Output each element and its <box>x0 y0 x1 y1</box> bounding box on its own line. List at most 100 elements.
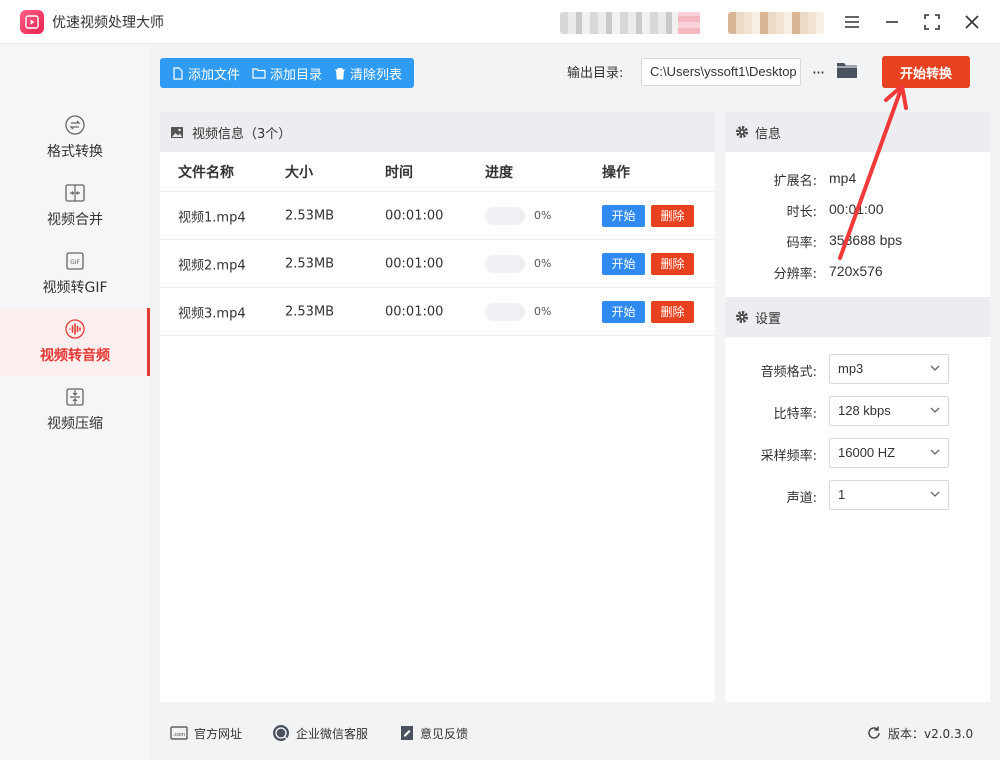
start-button[interactable]: 开始 <box>602 252 645 275</box>
audio-format-select[interactable]: mp3 <box>829 354 949 384</box>
svg-text:GIF: GIF <box>70 259 80 266</box>
properties-panel: 信息 扩展名: mp4 时长: 00:01:00 码率: 353688 bps … <box>725 112 990 702</box>
setting-label: 比特率: <box>773 407 817 422</box>
setting-label: 声道: <box>786 491 817 506</box>
swap-icon <box>65 115 85 135</box>
settings-title: 设置 <box>755 311 782 327</box>
add-directory-label: 添加目录 <box>270 67 323 83</box>
file-toolbar: 添加文件 添加目录 清除列表 <box>160 58 415 88</box>
file-name: 视频3.mp4 <box>178 306 246 321</box>
progress-indicator: 0% <box>485 206 551 225</box>
table-header: 文件名称 大小 时间 进度 操作 <box>160 152 715 192</box>
sidebar: 格式转换 视频合并 GIF 视频转GIF 视频转音频 视频压缩 <box>0 44 150 760</box>
refresh-icon <box>868 726 880 739</box>
image-icon <box>171 126 183 138</box>
file-name: 视频1.mp4 <box>178 210 246 225</box>
table-row[interactable]: 视频2.mp4 2.53MB 00:01:00 0% 开始 删除 <box>160 240 715 288</box>
chevron-down-icon <box>930 407 940 413</box>
compress-icon <box>66 388 84 406</box>
delete-button[interactable]: 删除 <box>651 204 694 227</box>
channels-select[interactable]: 1 <box>829 480 949 510</box>
file-duration: 00:01:00 <box>385 256 444 271</box>
version-info: 版本：v2.0.3.0 <box>866 725 973 742</box>
start-button[interactable]: 开始 <box>602 300 645 323</box>
feedback-icon <box>401 726 413 740</box>
sidebar-item-label: 视频转GIF <box>42 280 108 296</box>
info-key: 时长: <box>786 205 817 220</box>
minimize-icon[interactable] <box>880 10 904 34</box>
sample-rate-select[interactable]: 16000 HZ <box>829 438 949 468</box>
sidebar-item-video-merge[interactable]: 视频合并 <box>0 172 150 240</box>
feedback-link[interactable]: 意见反馈 <box>400 725 468 742</box>
footer-label: 企业微信客服 <box>296 726 369 741</box>
setting-sample-rate: 采样频率: 16000 HZ <box>725 438 990 468</box>
audio-wave-icon <box>65 319 85 339</box>
start-convert-button[interactable]: 开始转换 <box>882 56 970 88</box>
sidebar-item-video-compress[interactable]: 视频压缩 <box>0 376 150 444</box>
footer-label: 官方网址 <box>194 726 243 741</box>
column-header-time: 时间 <box>385 164 413 181</box>
table-row[interactable]: 视频3.mp4 2.53MB 00:01:00 0% 开始 删除 <box>160 288 715 336</box>
column-header-actions: 操作 <box>602 164 630 181</box>
close-icon[interactable] <box>960 10 984 34</box>
browse-more-button[interactable]: ··· <box>808 60 828 84</box>
file-size: 2.53MB <box>285 304 335 319</box>
setting-label: 音频格式: <box>760 365 817 380</box>
maximize-icon[interactable] <box>920 10 944 34</box>
setting-audio-format: 音频格式: mp3 <box>725 354 990 384</box>
file-icon <box>173 66 183 80</box>
bitrate-select[interactable]: 128 kbps <box>829 396 949 426</box>
info-bitrate: 码率: 353688 bps <box>725 232 990 252</box>
select-value: 16000 HZ <box>838 445 896 460</box>
column-header-size: 大小 <box>285 164 313 181</box>
row-actions: 开始 删除 <box>602 204 694 227</box>
progress-bar <box>485 302 525 321</box>
info-extension: 扩展名: mp4 <box>725 170 990 190</box>
progress-indicator: 0% <box>485 302 551 321</box>
version-text: 版本：v2.0.3.0 <box>888 726 974 741</box>
info-value: 720x576 <box>829 263 883 279</box>
row-actions: 开始 删除 <box>602 252 694 275</box>
info-value: 00:01:00 <box>829 201 884 217</box>
sidebar-item-label: 视频合并 <box>47 212 103 228</box>
gear-icon <box>736 311 748 323</box>
output-dir-input[interactable]: C:\Users\yssoft1\Desktop <box>641 58 801 86</box>
delete-button[interactable]: 删除 <box>651 300 694 323</box>
official-website-link[interactable]: .com 官方网址 <box>170 725 242 742</box>
chevron-down-icon <box>930 491 940 497</box>
footer: .com 官方网址 企业微信客服 意见反馈 版本：v2.0.3.0 <box>150 706 1000 760</box>
sidebar-item-video-to-audio[interactable]: 视频转音频 <box>0 308 150 376</box>
select-value: mp3 <box>838 361 864 376</box>
clear-list-button[interactable]: 清除列表 <box>328 58 408 88</box>
file-list-panel: 视频信息（3个） 文件名称 大小 时间 进度 操作 视频1.mp4 2.53MB… <box>160 112 715 702</box>
table-row[interactable]: 视频1.mp4 2.53MB 00:01:00 0% 开始 删除 <box>160 192 715 240</box>
start-button[interactable]: 开始 <box>602 204 645 227</box>
select-value: 1 <box>838 487 846 502</box>
info-value: 353688 bps <box>829 232 903 248</box>
info-key: 分辨率: <box>773 267 817 282</box>
open-folder-icon[interactable] <box>836 60 860 84</box>
add-file-button[interactable]: 添加文件 <box>166 58 246 88</box>
gif-icon: GIF <box>66 252 84 270</box>
delete-button[interactable]: 删除 <box>651 252 694 275</box>
sidebar-item-format-convert[interactable]: 格式转换 <box>0 104 150 172</box>
progress-bar <box>485 254 525 273</box>
add-directory-button[interactable]: 添加目录 <box>246 58 328 88</box>
svg-text:.com: .com <box>173 732 185 738</box>
sidebar-item-label: 视频转音频 <box>40 348 110 364</box>
output-dir-label: 输出目录: <box>567 66 624 81</box>
footer-label: 意见反馈 <box>420 726 469 741</box>
file-list-title: 视频信息（3个） <box>192 126 292 142</box>
menu-icon[interactable] <box>840 10 864 34</box>
info-title: 信息 <box>755 126 782 142</box>
sidebar-item-video-to-gif[interactable]: GIF 视频转GIF <box>0 240 150 308</box>
info-resolution: 分辨率: 720x576 <box>725 263 990 283</box>
wechat-support-link[interactable]: 企业微信客服 <box>272 724 368 742</box>
file-duration: 00:01:00 <box>385 208 444 223</box>
website-icon: .com <box>170 726 188 740</box>
main-area: 添加文件 添加目录 清除列表 输出目录: C:\Users\yssoft1\De… <box>150 44 1000 760</box>
file-list-header: 视频信息（3个） <box>160 112 715 152</box>
blurred-user-avatar <box>728 12 824 34</box>
progress-text: 0% <box>534 257 552 270</box>
sidebar-item-label: 视频压缩 <box>47 416 103 432</box>
